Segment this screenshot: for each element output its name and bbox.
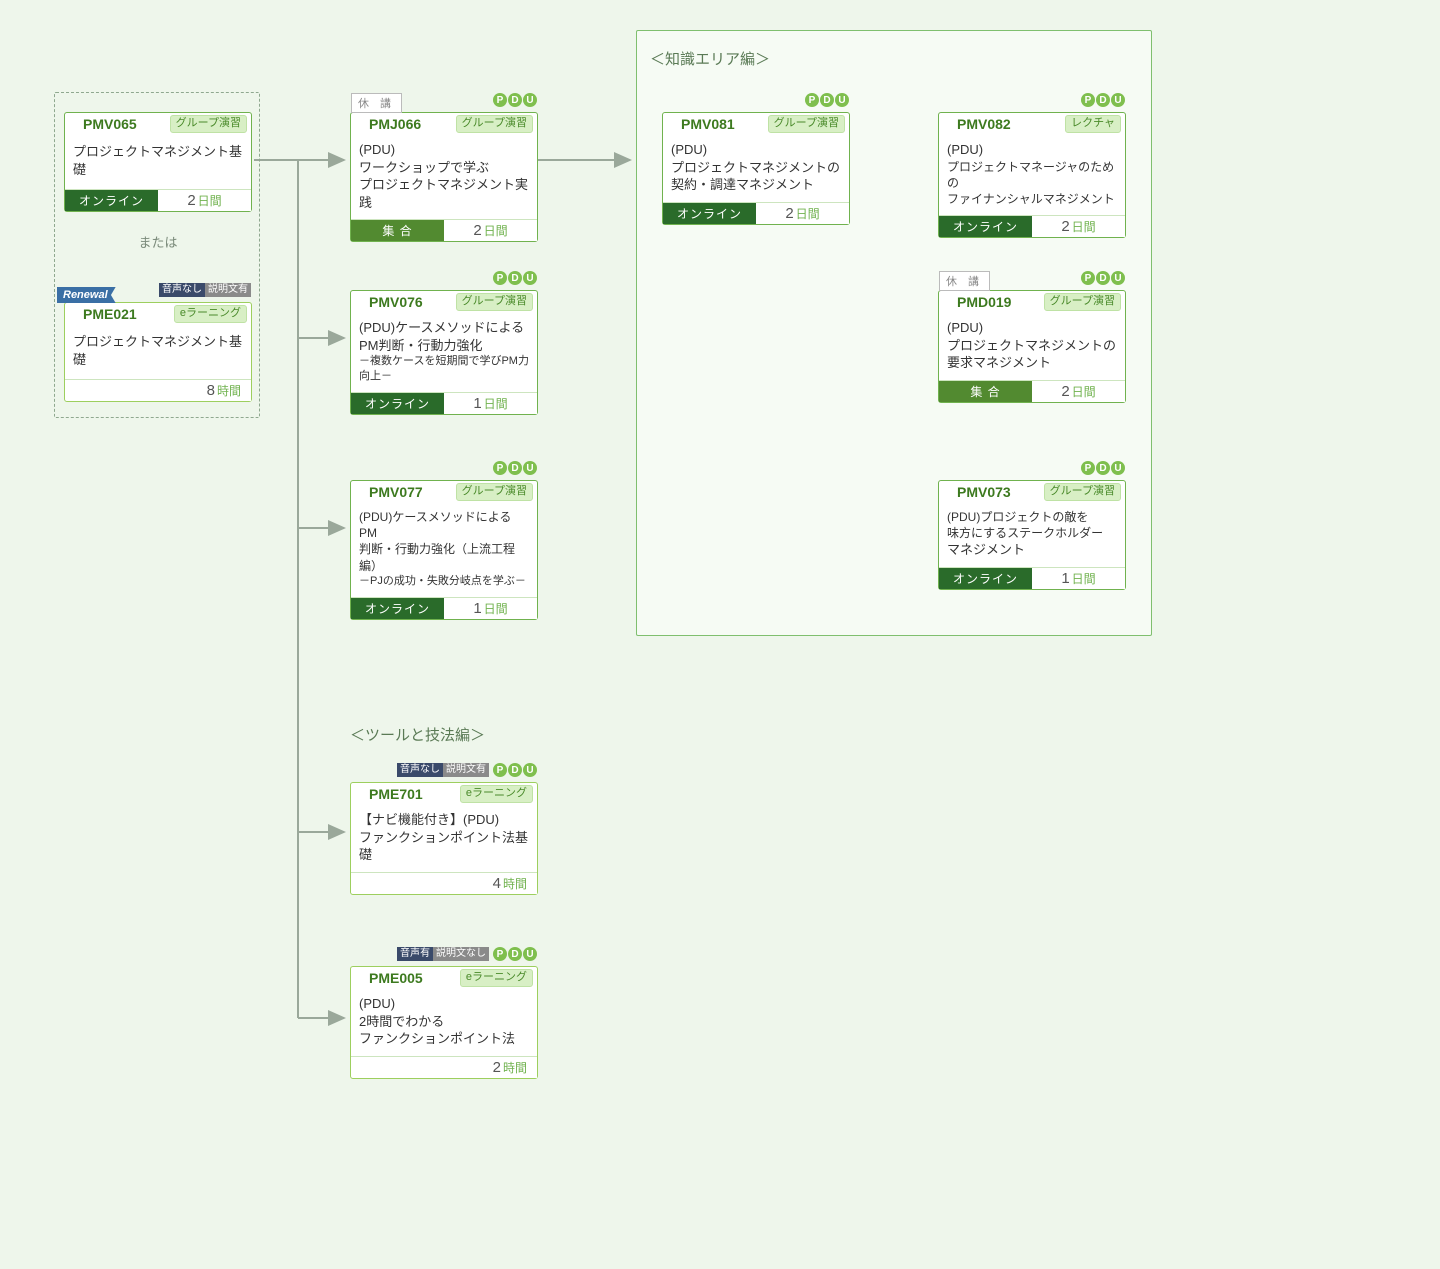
course-title: (PDU)プロジェクトの敵を 味方にするステークホルダー マネジメント [939, 503, 1125, 567]
card-pmv077[interactable]: PDU PMV077 グループ演習 (PDU)ケースメソッドによるPM 判断・行… [350, 480, 538, 620]
course-code: PMV077 [355, 484, 423, 500]
pdu-badge-icon: PDU [493, 271, 537, 285]
course-duration: 2日間 [444, 220, 537, 241]
suspended-badge: 休 講 [351, 93, 402, 113]
course-code: PME701 [355, 786, 423, 802]
course-title: (PDU) プロジェクトマネージャのための ファイナンシャルマネジメント [939, 135, 1125, 215]
course-duration: 1日間 [444, 598, 537, 619]
card-pme005[interactable]: 音声有説明文なし PDU PME005 eラーニング (PDU) 2時間でわかる… [350, 966, 538, 1079]
course-code: PMV082 [943, 116, 1011, 132]
badge-row: PDU [1081, 93, 1125, 107]
course-type-tag: グループ演習 [1044, 483, 1121, 500]
course-type-tag: グループ演習 [456, 483, 533, 500]
course-duration: 1日間 [1032, 568, 1125, 589]
pdu-badge-icon: PDU [1081, 271, 1125, 285]
card-pmv081[interactable]: PDU PMV081 グループ演習 (PDU) プロジェクトマネジメントの 契約… [662, 112, 850, 225]
delivery-mode: オンライン [351, 598, 444, 619]
card-pme021[interactable]: Renewal 音声なし説明文有 PME021 eラーニング プロジェクトマネジ… [64, 302, 252, 402]
course-code: PMD019 [943, 294, 1011, 310]
delivery-mode: 集 合 [939, 381, 1032, 402]
course-type-tag: グループ演習 [170, 115, 247, 132]
course-duration: 2時間 [425, 1057, 537, 1078]
badge-row: PDU [493, 271, 537, 285]
audio-badge: 音声なし説明文有 [397, 763, 489, 777]
badge-row: 音声なし説明文有 PDU [397, 763, 537, 777]
audio-badge: 音声なし説明文有 [159, 283, 251, 297]
course-type-tag: グループ演習 [456, 293, 533, 310]
renewal-ribbon-icon: Renewal [57, 287, 116, 303]
course-code: PMV065 [69, 116, 137, 132]
pdu-badge-icon: PDU [493, 461, 537, 475]
course-title: (PDU) ワークショップで学ぶ プロジェクトマネジメント実践 [351, 135, 537, 219]
course-title: (PDU) プロジェクトマネジメントの 要求マネジメント [939, 313, 1125, 380]
course-duration: 2日間 [1032, 381, 1125, 402]
course-duration: 1日間 [444, 393, 537, 414]
suspended-badge: 休 講 [939, 271, 990, 291]
course-code: PMV081 [667, 116, 735, 132]
card-pmv073[interactable]: PDU PMV073 グループ演習 (PDU)プロジェクトの敵を 味方にするステ… [938, 480, 1126, 590]
section-tools-heading: ＜ツールと技法編＞ [350, 724, 485, 745]
course-duration: 2日間 [756, 203, 849, 224]
delivery-mode: オンライン [939, 216, 1032, 237]
course-title: プロジェクトマネジメント基礎 [65, 135, 251, 189]
course-title: (PDU)ケースメソッドによる PM判断・行動力強化 －複数ケースを短期間で学び… [351, 313, 537, 392]
pdu-badge-icon: PDU [493, 93, 537, 107]
course-code: PMV076 [355, 294, 423, 310]
audio-badge: 音声有説明文なし [397, 947, 489, 961]
course-code: PME021 [69, 306, 137, 322]
pdu-badge-icon: PDU [805, 93, 849, 107]
course-type-tag: eラーニング [460, 785, 533, 802]
course-duration: 2日間 [158, 190, 251, 211]
course-title: プロジェクトマネジメント基礎 [65, 325, 251, 379]
course-title: (PDU) 2時間でわかる ファンクションポイント法 [351, 989, 537, 1056]
pdu-badge-icon: PDU [1081, 93, 1125, 107]
badge-row: PDU [1081, 461, 1125, 475]
delivery-mode: オンライン [351, 393, 444, 414]
diagram-canvas: PMV065 グループ演習 プロジェクトマネジメント基礎 オンライン 2日間 ま… [0, 0, 1440, 1269]
course-duration: 8時間 [139, 380, 251, 401]
course-type-tag: レクチャ [1065, 115, 1121, 132]
badge-row: PDU [493, 93, 537, 107]
course-duration: 4時間 [425, 873, 537, 894]
delivery-mode: 集 合 [351, 220, 444, 241]
course-type-tag: グループ演習 [456, 115, 533, 132]
delivery-mode: オンライン [663, 203, 756, 224]
or-label: または [128, 232, 188, 251]
course-duration: 2日間 [1032, 216, 1125, 237]
pdu-badge-icon: PDU [493, 947, 537, 961]
delivery-mode: オンライン [939, 568, 1032, 589]
badge-row: PDU [1081, 271, 1125, 285]
course-code: PMV073 [943, 484, 1011, 500]
card-pmv082[interactable]: PDU PMV082 レクチャ (PDU) プロジェクトマネージャのための ファ… [938, 112, 1126, 238]
card-pme701[interactable]: 音声なし説明文有 PDU PME701 eラーニング 【ナビ機能付き】(PDU)… [350, 782, 538, 895]
course-title: (PDU)ケースメソッドによるPM 判断・行動力強化（上流工程編） －PJの成功… [351, 503, 537, 597]
badge-row: PDU [805, 93, 849, 107]
delivery-mode: オンライン [65, 190, 158, 211]
course-type-tag: eラーニング [174, 305, 247, 322]
badge-row: PDU [493, 461, 537, 475]
card-pmj066[interactable]: 休 講 PDU PMJ066 グループ演習 (PDU) ワークショップで学ぶ プ… [350, 112, 538, 242]
course-type-tag: グループ演習 [768, 115, 845, 132]
card-pmd019[interactable]: 休 講 PDU PMD019 グループ演習 (PDU) プロジェクトマネジメント… [938, 290, 1126, 403]
course-type-tag: グループ演習 [1044, 293, 1121, 310]
card-pmv076[interactable]: PDU PMV076 グループ演習 (PDU)ケースメソッドによる PM判断・行… [350, 290, 538, 415]
pdu-badge-icon: PDU [493, 763, 537, 777]
course-type-tag: eラーニング [460, 969, 533, 986]
course-code: PMJ066 [355, 116, 421, 132]
course-title: 【ナビ機能付き】(PDU) ファンクションポイント法基礎 [351, 805, 537, 872]
card-pmv065[interactable]: PMV065 グループ演習 プロジェクトマネジメント基礎 オンライン 2日間 [64, 112, 252, 212]
pdu-badge-icon: PDU [1081, 461, 1125, 475]
section-knowledge-heading: ＜知識エリア編＞ [650, 48, 770, 69]
badge-row: 音声なし説明文有 [159, 283, 251, 297]
badge-row: 音声有説明文なし PDU [397, 947, 537, 961]
course-code: PME005 [355, 970, 423, 986]
course-title: (PDU) プロジェクトマネジメントの 契約・調達マネジメント [663, 135, 849, 202]
